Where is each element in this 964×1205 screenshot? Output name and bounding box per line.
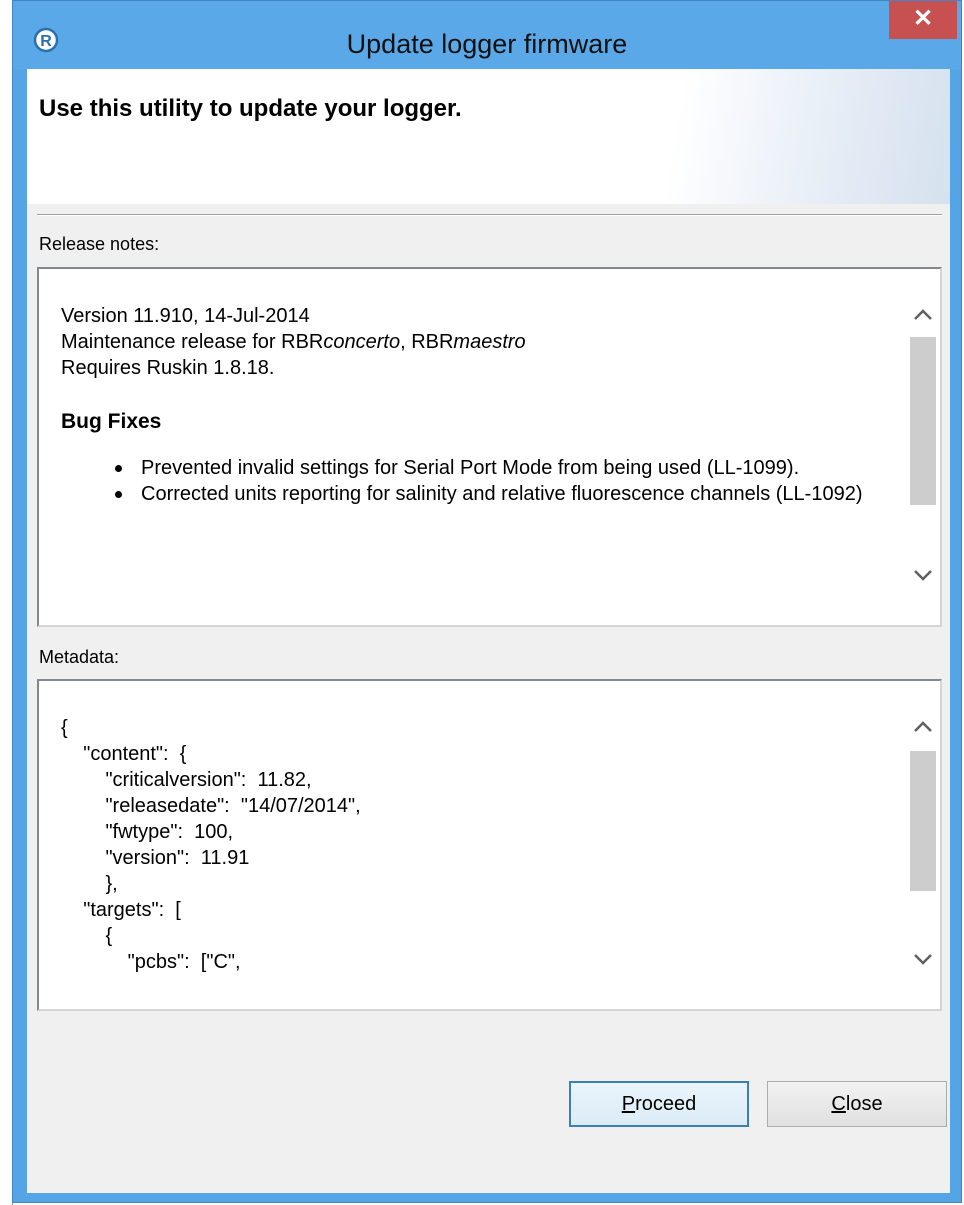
release-notes-scrollbar[interactable] [906,269,940,625]
scroll-down-icon[interactable] [906,945,940,975]
close-icon: ✕ [912,5,934,32]
dialog-header: Use this utility to update your logger. [27,69,950,204]
requires-line: Requires Ruskin 1.8.18. [61,357,275,379]
list-item: Corrected units reporting for salinity a… [115,481,901,507]
metadata-json: { "content": { "criticalversion": 11.82,… [61,715,901,975]
scroll-thumb[interactable] [910,337,936,505]
metadata-scrollbar[interactable] [906,681,940,1009]
scroll-down-icon[interactable] [906,561,940,591]
metadata-line: "content": { [61,743,187,765]
product-maestro: maestro [453,331,526,353]
release-notes-panel[interactable]: Version 11.910, 14-Jul-2014 Maintenance … [37,267,942,627]
release-notes-content: Version 11.910, 14-Jul-2014 Maintenance … [39,269,907,625]
metadata-label: Metadata: [39,647,120,667]
close-window-button[interactable]: ✕ [889,1,957,39]
proceed-mnemonic: P [621,1093,636,1115]
bug-fixes-heading: Bug Fixes [61,410,162,433]
scroll-up-icon[interactable] [906,711,940,741]
metadata-panel[interactable]: { "content": { "criticalversion": 11.82,… [37,679,942,1011]
metadata-line: "releasedate": "14/07/2014", [61,795,361,817]
metadata-line: "version": 11.91 [61,847,250,869]
scroll-up-icon[interactable] [906,299,940,329]
metadata-content: { "content": { "criticalversion": 11.82,… [39,681,907,1009]
metadata-line: { [61,925,113,947]
metadata-line: { [61,717,68,739]
proceed-button[interactable]: Proceed [569,1081,749,1127]
metadata-line: "fwtype": 100, [61,821,234,843]
header-decoration [530,69,950,204]
dialog-client-area: Use this utility to update your logger. … [27,69,950,1193]
close-mnemonic: C [831,1093,846,1115]
metadata-line: "targets": [ [61,899,181,921]
title-bar[interactable]: R Update logger firmware ✕ [13,1,961,69]
maintenance-line: Maintenance release for RBRconcerto, RBR… [61,329,901,355]
close-label: lose [845,1093,883,1115]
metadata-line: "pcbs": ["C", [61,951,241,973]
list-item: Prevented invalid settings for Serial Po… [115,455,901,481]
metadata-line: }, [61,873,118,895]
product-separator: , RBR [400,331,454,353]
header-separator [37,214,942,216]
bug-fix-list: Prevented invalid settings for Serial Po… [61,455,901,507]
metadata-line: "criticalversion": 11.82, [61,769,312,791]
header-message: Use this utility to update your logger. [39,95,462,122]
window-title: Update logger firmware [346,29,628,59]
scroll-thumb[interactable] [910,751,936,891]
maintenance-prefix: Maintenance release for RBR [61,331,324,353]
proceed-label: roceed [635,1093,697,1115]
dialog-window: R Update logger firmware ✕ Use this util… [12,0,962,1203]
close-button[interactable]: Close [767,1081,947,1127]
version-line: Version 11.910, 14-Jul-2014 [61,305,310,327]
product-concerto: concerto [323,331,401,353]
release-notes-label: Release notes: [39,234,160,254]
